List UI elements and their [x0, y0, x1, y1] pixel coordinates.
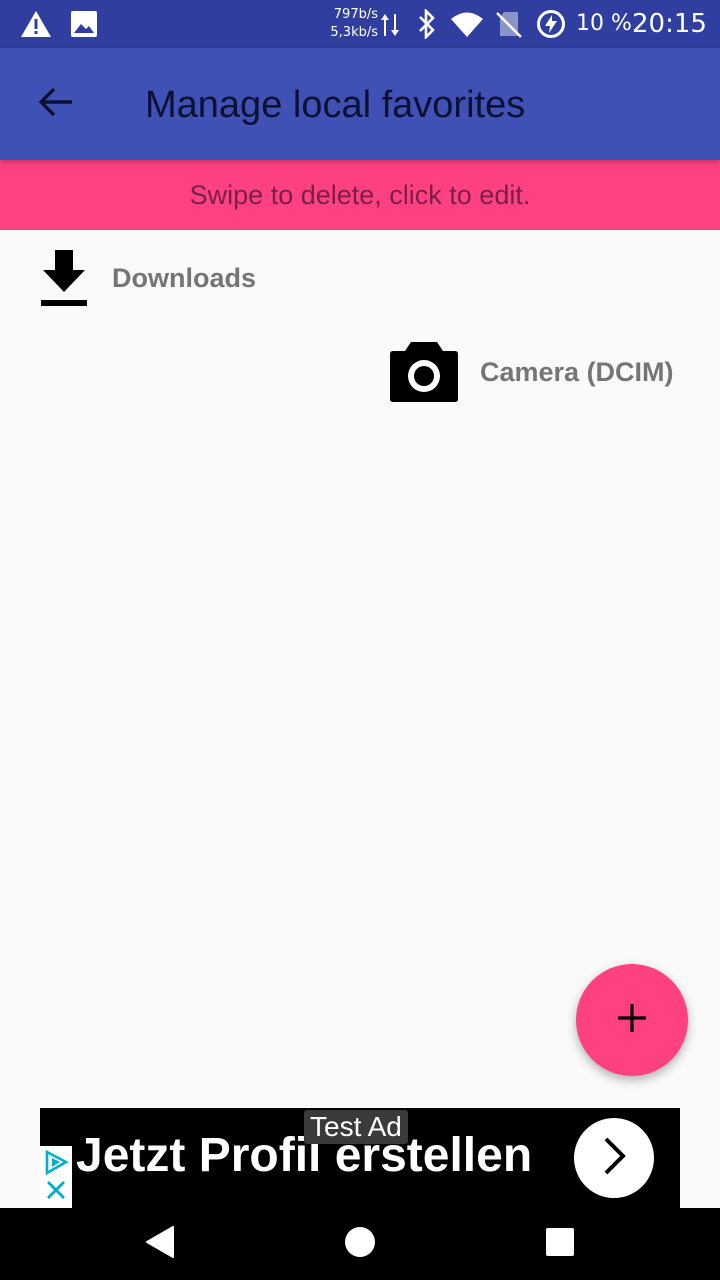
camera-icon	[388, 340, 460, 404]
bluetooth-icon	[416, 7, 438, 44]
back-triangle-icon	[145, 1225, 175, 1264]
battery-percent: 10 %	[576, 11, 632, 36]
clock: 20:15	[632, 9, 707, 39]
favorite-item-camera[interactable]: Camera (DCIM)	[388, 340, 674, 404]
data-transfer-icon	[380, 12, 400, 43]
download-icon	[28, 246, 100, 310]
home-circle-icon	[344, 1226, 376, 1263]
status-bar: 797b/s 5,3kb/s 10 % 20:15	[0, 0, 720, 48]
ad-arrow-button[interactable]	[574, 1118, 654, 1198]
favorite-label: Downloads	[112, 262, 257, 293]
battery-charging-icon	[536, 9, 566, 44]
nav-home-button[interactable]	[336, 1220, 384, 1268]
net-up-speed: 5,3kb/s	[330, 25, 378, 40]
image-icon	[70, 10, 98, 43]
navigation-bar	[0, 1208, 720, 1280]
ad-choices-icon[interactable]	[40, 1146, 72, 1208]
page-title: Manage local favorites	[145, 84, 526, 126]
ad-banner[interactable]: Jetzt Profil erstellen Test Ad	[40, 1108, 680, 1208]
network-speed: 797b/s 5,3kb/s	[326, 6, 378, 42]
app-bar: Manage local favorites	[0, 48, 720, 160]
arrow-back-icon	[38, 86, 74, 123]
no-sim-icon	[496, 10, 522, 45]
chevron-right-icon	[598, 1136, 630, 1181]
hint-text: Swipe to delete, click to edit.	[189, 179, 531, 210]
favorite-label: Camera (DCIM)	[480, 356, 674, 387]
favorite-item-downloads[interactable]: Downloads	[28, 246, 256, 310]
nav-back-button[interactable]	[136, 1220, 184, 1268]
wifi-icon	[450, 12, 484, 43]
recents-square-icon	[545, 1227, 575, 1262]
nav-recents-button[interactable]	[536, 1220, 584, 1268]
warning-icon	[20, 10, 52, 43]
plus-icon	[616, 1002, 648, 1039]
back-button[interactable]	[24, 72, 88, 136]
hint-banner: Swipe to delete, click to edit.	[0, 160, 720, 230]
ad-label: Test Ad	[304, 1110, 408, 1144]
add-favorite-button[interactable]	[576, 964, 688, 1076]
net-down-speed: 797b/s	[333, 7, 378, 22]
